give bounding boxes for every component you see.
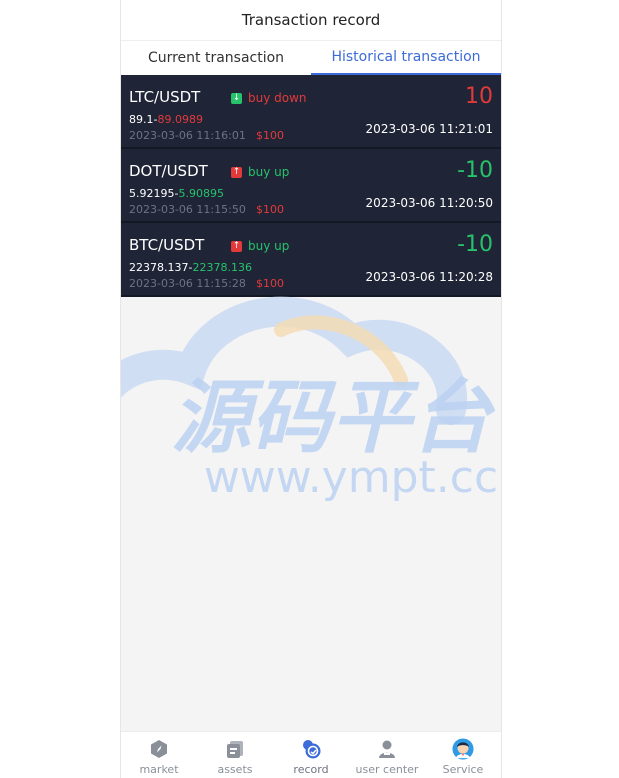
price-range: 5.92195-5.90895 [129,187,224,200]
trading-pair: DOT/USDT [129,162,208,180]
transaction-card[interactable]: LTC/USDT ↓ buy down 89.1-89.0989 2023-03… [121,75,501,149]
close-time: 2023-03-06 11:20:28 [365,270,493,284]
profit-loss: 10 [465,84,493,109]
close-time: 2023-03-06 11:20:50 [365,196,493,210]
transaction-card[interactable]: BTC/USDT ↑ buy up 22378.137-22378.136 20… [121,223,501,297]
direction-label: buy up [248,239,290,253]
transaction-card[interactable]: DOT/USDT ↑ buy up 5.92195-5.90895 2023-0… [121,149,501,223]
transaction-record-page: Transaction record Current transaction H… [120,0,502,778]
tab-historical-transaction[interactable]: Historical transaction [311,41,501,75]
open-price: 22378.137 [129,261,189,274]
trade-direction: ↓ buy down [231,91,307,105]
price-range: 89.1-89.0989 [129,113,203,126]
tabbar-item-user-center[interactable]: user center [349,732,425,778]
profit-loss: -10 [457,158,493,183]
open-price: 5.92195 [129,187,175,200]
bottom-tab-bar: market assets record user center Service [121,731,501,778]
user-icon [376,738,398,760]
trade-amount: $100 [256,203,284,216]
trade-direction: ↑ buy up [231,239,289,253]
record-icon [300,738,322,760]
price-range: 22378.137-22378.136 [129,261,252,274]
watermark-logo: 源码平台 www.ympt.cc [121,296,498,503]
arrow-up-icon: ↑ [231,166,242,178]
transaction-list: LTC/USDT ↓ buy down 89.1-89.0989 2023-03… [121,75,501,297]
tabbar-item-service[interactable]: Service [425,732,501,778]
arrow-up-icon: ↑ [231,240,242,252]
tabbar-label: user center [355,763,419,776]
trade-amount: $100 [256,277,284,290]
watermark-title: 源码平台 [171,371,496,464]
tabbar-label: assets [217,763,253,776]
tabbar-item-record[interactable]: record [273,732,349,778]
tabbar-item-assets[interactable]: assets [197,732,273,778]
trade-amount: $100 [256,129,284,142]
trade-direction: ↑ buy up [231,165,289,179]
tabbar-item-market[interactable]: market [121,732,197,778]
tabbar-label: market [139,763,179,776]
arrow-down-icon: ↓ [231,92,242,104]
close-price: 89.0989 [157,113,203,126]
tabbar-label: record [293,763,329,776]
service-avatar-icon [452,738,474,760]
close-price: 22378.136 [192,261,252,274]
wallet-icon [224,738,246,760]
open-time: 2023-03-06 11:16:01 [129,129,246,142]
compass-icon [148,738,170,760]
direction-label: buy up [248,165,290,179]
page-header: Transaction record [121,0,501,41]
profit-loss: -10 [457,232,493,257]
trading-pair: BTC/USDT [129,236,205,254]
close-price: 5.90895 [178,187,224,200]
tab-current-transaction[interactable]: Current transaction [121,41,311,75]
close-time: 2023-03-06 11:21:01 [365,122,493,136]
transaction-tabs: Current transaction Historical transacti… [121,41,501,75]
direction-label: buy down [248,91,307,105]
open-price: 89.1 [129,113,154,126]
open-time: 2023-03-06 11:15:50 [129,203,246,216]
watermark-url: www.ympt.cc [204,452,498,503]
tabbar-label: Service [442,763,484,776]
page-title: Transaction record [241,11,381,29]
trading-pair: LTC/USDT [129,88,201,106]
open-time: 2023-03-06 11:15:28 [129,277,246,290]
